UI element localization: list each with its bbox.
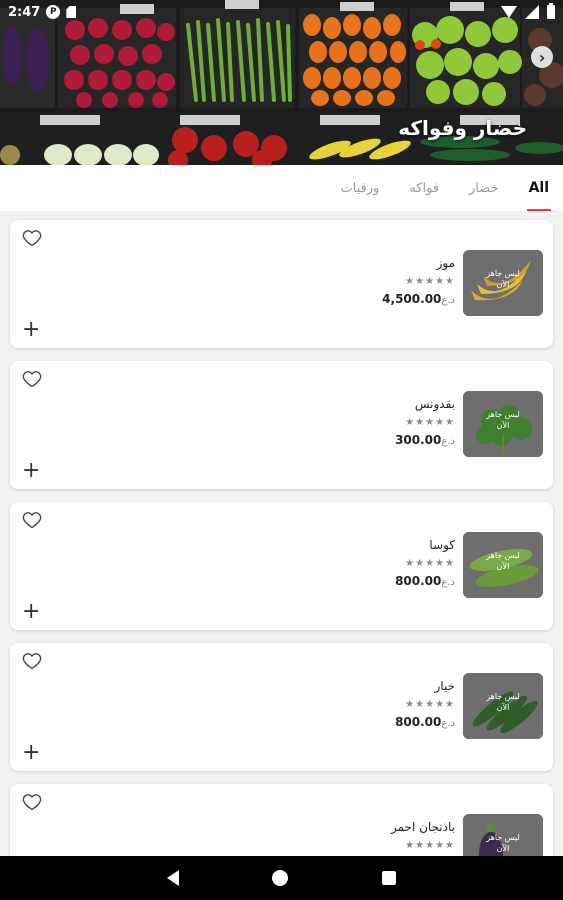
status-bar: 2:47 P [0, 0, 563, 24]
product-name: كوسا [429, 538, 455, 552]
product-info: موز ★★★★★ د.ع4,500.00 [382, 256, 455, 306]
not-available-label: ليس جاهز الآن [486, 833, 520, 853]
product-image[interactable]: ليس جاهز الآن [463, 391, 543, 457]
product-info: خيار ★★★★★ د.ع800.00 [395, 679, 455, 729]
product-image[interactable]: ليس جاهز الآن [463, 673, 543, 739]
product-price: 800.00 [395, 715, 442, 729]
status-time: 2:47 [8, 4, 41, 20]
signal-icon [525, 5, 539, 19]
product-info: بقدونس ★★★★★ د.ع300.00 [395, 397, 455, 447]
product-price-row: د.ع4,500.00 [382, 292, 455, 306]
battery-icon [547, 3, 555, 19]
currency-label: د.ع [441, 436, 455, 447]
product-card[interactable]: + موز ★★★★★ د.ع4,500.00 ليس جاهز الآن [10, 220, 553, 348]
not-available-label: ليس جاهز الآن [486, 410, 520, 430]
tab-fruits[interactable]: فواكه [409, 165, 439, 211]
rating-stars: ★★★★★ [405, 276, 455, 287]
sd-card-icon [66, 6, 77, 18]
product-card[interactable]: + خيار ★★★★★ د.ع800.00 ليس جاهز الآن [10, 643, 553, 771]
favorite-heart-icon[interactable] [22, 651, 42, 671]
rating-stars: ★★★★★ [405, 558, 455, 569]
product-name: موز [436, 256, 455, 270]
product-card[interactable]: + كوسا ★★★★★ د.ع800.00 ليس جاهز الآن [10, 502, 553, 630]
carousel-next-button[interactable]: › [531, 46, 553, 68]
favorite-heart-icon[interactable] [22, 369, 42, 389]
product-price-row: د.ع800.00 [395, 574, 455, 588]
currency-label: د.ع [441, 718, 455, 729]
home-icon[interactable] [272, 870, 289, 886]
product-name: باذنجان احمر [390, 820, 455, 834]
rating-stars: ★★★★★ [405, 699, 455, 710]
product-price-row: د.ع300.00 [395, 433, 455, 447]
currency-label: د.ع [441, 577, 455, 588]
rating-stars: ★★★★★ [405, 417, 455, 428]
category-tabs: All خضار فواكه ورقيات [0, 165, 563, 211]
favorite-heart-icon[interactable] [22, 228, 42, 248]
add-to-cart-button[interactable]: + [22, 601, 40, 623]
system-navigation-bar [0, 856, 563, 900]
product-image[interactable]: ليس جاهز الآن [463, 532, 543, 598]
favorite-heart-icon[interactable] [22, 510, 42, 530]
favorite-heart-icon[interactable] [22, 792, 42, 812]
back-icon[interactable] [166, 870, 179, 886]
currency-label: د.ع [441, 295, 455, 306]
wifi-icon [501, 6, 517, 18]
recent-apps-icon[interactable] [382, 871, 397, 885]
add-to-cart-button[interactable]: + [22, 319, 40, 341]
product-price: 300.00 [395, 433, 442, 447]
rating-stars: ★★★★★ [405, 840, 455, 851]
product-name: خيار [434, 679, 456, 693]
tab-all[interactable]: All [526, 165, 552, 211]
hero-produce-image [0, 0, 563, 165]
parking-badge-icon: P [46, 5, 61, 19]
app-screen: 2:47 P › خضار وفواكه All خضار فواكه ورقي… [0, 0, 563, 900]
add-to-cart-button[interactable]: + [22, 742, 40, 764]
product-list: + موز ★★★★★ د.ع4,500.00 ليس جاهز الآن + … [10, 220, 553, 900]
product-image[interactable]: ليس جاهز الآن [463, 250, 543, 316]
not-available-label: ليس جاهز الآن [486, 551, 520, 571]
product-card[interactable]: + بقدونس ★★★★★ د.ع300.00 ليس جاهز الآن [10, 361, 553, 489]
product-price: 4,500.00 [382, 292, 442, 306]
product-price: 800.00 [395, 574, 442, 588]
hero-banner: 2:47 P › خضار وفواكه [0, 0, 563, 165]
not-available-label: ليس جاهز الآن [486, 692, 520, 712]
product-price-row: د.ع800.00 [395, 715, 455, 729]
tab-vegetables[interactable]: خضار [469, 165, 499, 211]
tab-leafy[interactable]: ورقيات [340, 165, 379, 211]
product-info: كوسا ★★★★★ د.ع800.00 [395, 538, 455, 588]
add-to-cart-button[interactable]: + [22, 460, 40, 482]
product-info: باذنجان احمر ★★★★★ [391, 820, 455, 851]
not-available-label: ليس جاهز الآن [486, 269, 520, 289]
category-title: خضار وفواكه [398, 116, 527, 140]
product-name: بقدونس [414, 397, 455, 411]
